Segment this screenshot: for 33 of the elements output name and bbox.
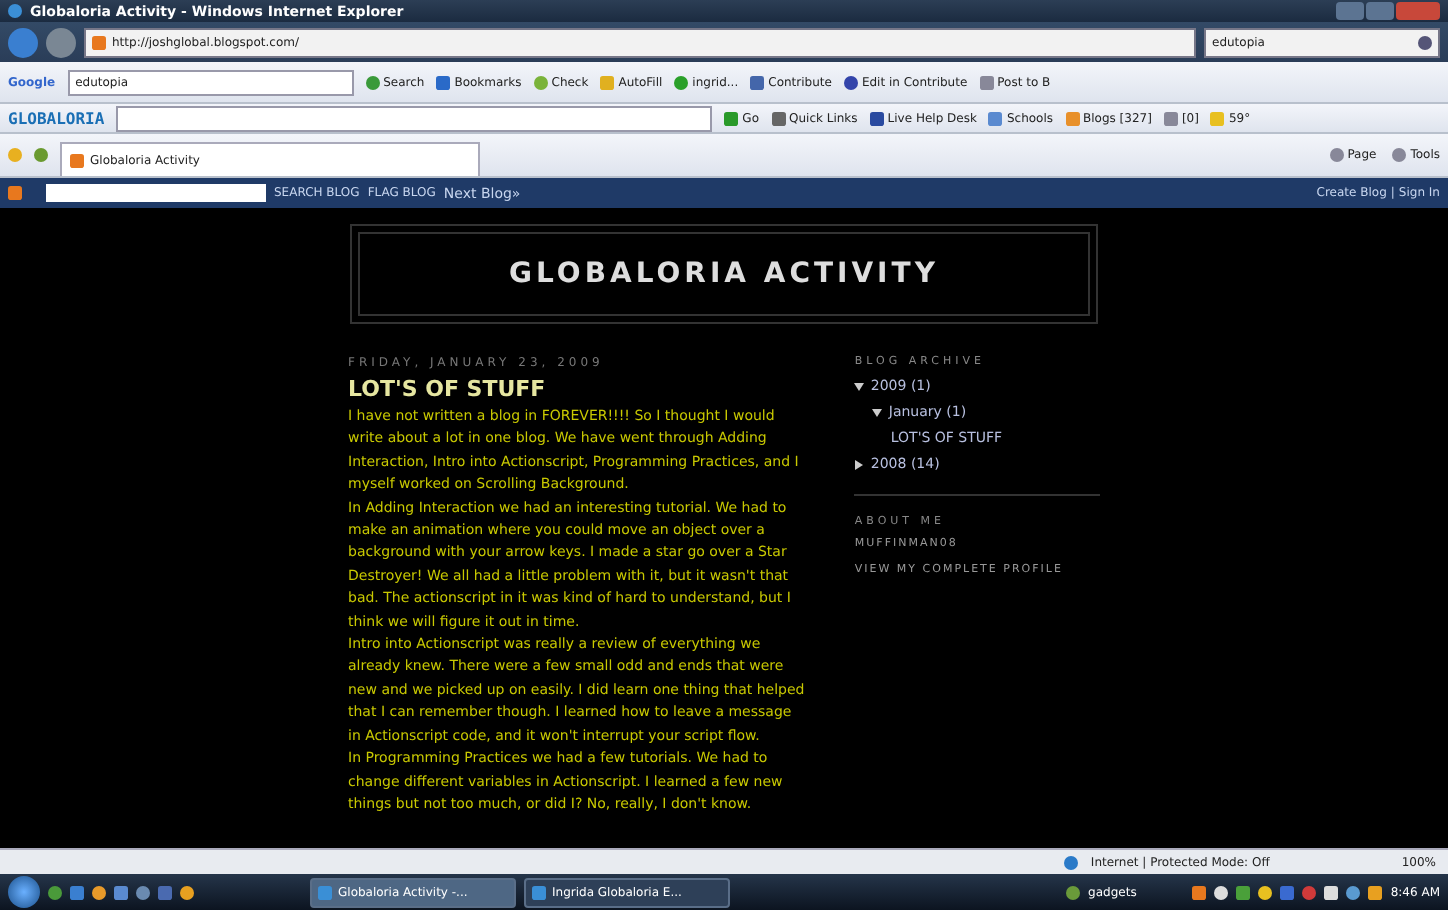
gadgets-icon: [1066, 885, 1081, 899]
toolbar-icon: [771, 111, 785, 125]
collapsed-arrow-icon[interactable]: [854, 459, 865, 469]
window-icon: [532, 885, 546, 899]
back-button[interactable]: [8, 27, 38, 57]
toolbar-icon: [533, 75, 548, 89]
blog-search-field[interactable]: [46, 184, 266, 202]
toolbar-icon: [869, 111, 884, 125]
toolbar-icon: [674, 75, 689, 89]
toolbar-icon: [979, 75, 994, 89]
toolbar-icon: [436, 75, 451, 89]
toolbar-icon: [365, 75, 380, 89]
start-button[interactable]: [8, 876, 40, 908]
toolbar-icon: [750, 75, 765, 89]
minimize-button[interactable]: [1336, 2, 1364, 20]
toolbar-icon: [843, 75, 858, 89]
toolbar-icon: [600, 75, 615, 89]
expanded-arrow-icon[interactable]: [872, 407, 883, 417]
command-icon: [1329, 148, 1344, 162]
maximize-button[interactable]: [1366, 2, 1394, 20]
window-icon: [318, 885, 332, 899]
toolbar-icon: [724, 111, 739, 125]
blog-title: GLOBALORIA ACTIVITY: [509, 258, 939, 290]
forward-button[interactable]: [46, 27, 76, 57]
toolbar-icon: [1210, 111, 1225, 125]
toolbar-icon: [1163, 111, 1178, 125]
toolbar-icon: [1065, 111, 1080, 125]
toolbar-search-field[interactable]: [116, 105, 713, 131]
expanded-arrow-icon[interactable]: [854, 381, 865, 391]
globaloria-logo: GLOBALORIA: [8, 109, 105, 127]
toolbar-icon: [988, 111, 1003, 125]
post-title: LOT'S OF STUFF: [348, 376, 548, 402]
command-icon: [1392, 148, 1407, 162]
